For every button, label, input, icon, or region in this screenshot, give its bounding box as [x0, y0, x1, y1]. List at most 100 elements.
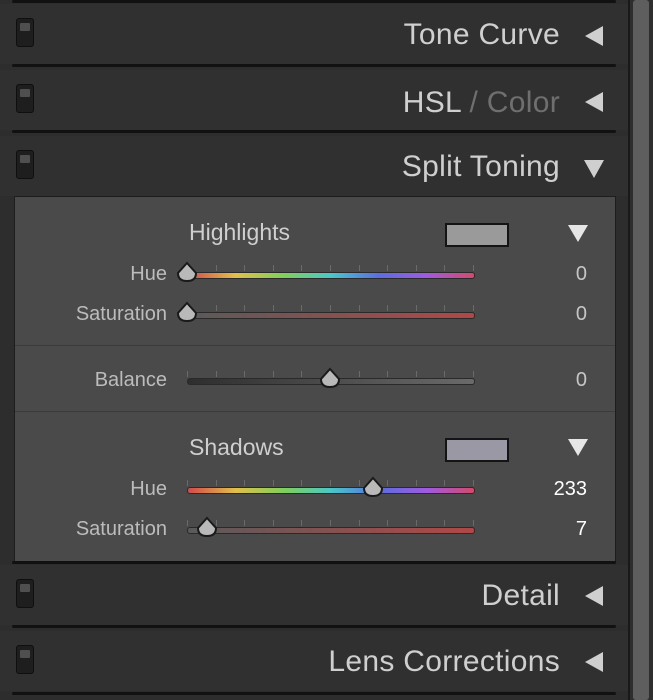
split-toning-content: Highlights Hue 0 Saturation 0 Balance 0 …	[14, 196, 616, 562]
section-title-hsl-color: HSL / Color	[403, 86, 560, 120]
panel-toggle-switch[interactable]	[16, 18, 34, 47]
highlights-saturation-label: Saturation	[75, 303, 167, 325]
panel-toggle-switch[interactable]	[16, 579, 34, 608]
highlights-title: Highlights	[189, 219, 290, 245]
shadows-color-swatch[interactable]	[445, 438, 509, 462]
slider-ticks	[187, 305, 474, 311]
slider-tick	[215, 480, 217, 486]
slider-tick	[187, 520, 188, 526]
shadows-hue-label: Hue	[130, 478, 167, 500]
balance-value[interactable]: 0	[576, 369, 587, 392]
slider-tick	[358, 305, 360, 311]
shadows-saturation-slider-thumb[interactable]	[196, 516, 218, 538]
slider-tick	[272, 265, 274, 271]
slider-tick	[330, 520, 331, 526]
highlights-saturation-slider-thumb[interactable]	[176, 301, 198, 323]
shadows-saturation-value[interactable]: 7	[576, 518, 587, 541]
slider-tick	[387, 480, 389, 486]
slider-tick	[444, 520, 446, 526]
slider-tick	[387, 265, 389, 271]
slider-tick	[215, 305, 217, 311]
panel-toggle-switch[interactable]	[16, 150, 34, 179]
slider-tick	[444, 480, 446, 486]
panel-scrollbar[interactable]	[628, 0, 653, 700]
slider-tick	[187, 480, 188, 486]
shadows-saturation-slider-track[interactable]	[187, 527, 475, 534]
slider-tick	[444, 371, 446, 377]
highlights-saturation-slider-track[interactable]	[187, 312, 475, 319]
panel-toggle-switch[interactable]	[16, 645, 34, 674]
hsl-tab-label[interactable]: HSL	[403, 86, 461, 119]
slider-tick	[415, 480, 417, 486]
slider-tick	[387, 520, 389, 526]
slider-tick	[301, 480, 303, 486]
expanded-arrow-icon[interactable]	[584, 160, 604, 178]
slider-tick	[444, 265, 446, 271]
section-header-hsl-color[interactable]: HSL / Color	[0, 70, 628, 130]
slider-thumb-shape	[319, 367, 341, 389]
slider-tick	[358, 480, 360, 486]
highlights-hue-label: Hue	[130, 263, 167, 285]
section-header-tone-curve[interactable]: Tone Curve	[0, 4, 628, 64]
section-divider	[15, 345, 615, 346]
section-title-split-toning: Split Toning	[401, 150, 560, 183]
shadows-hue-value[interactable]: 233	[554, 478, 587, 501]
develop-right-panel: Tone Curve HSL / Color Split Toning High…	[0, 0, 628, 700]
collapsed-arrow-icon[interactable]	[585, 26, 603, 46]
slider-tick	[330, 305, 331, 311]
balance-label: Balance	[94, 369, 167, 391]
slider-tick	[415, 305, 417, 311]
panel-separator	[12, 130, 616, 133]
highlights-color-picker-arrow-icon[interactable]	[568, 225, 588, 242]
panel-separator	[12, 561, 616, 564]
section-title-lens-corrections: Lens Corrections	[328, 645, 560, 678]
panel-separator	[12, 64, 616, 67]
scrollbar-thumb[interactable]	[633, 0, 649, 700]
slider-tick	[244, 480, 246, 486]
slider-tick	[215, 371, 217, 377]
panel-toggle-switch[interactable]	[16, 84, 34, 113]
highlights-hue-slider-track[interactable]	[187, 272, 475, 279]
slider-thumb-shape	[176, 301, 198, 323]
slider-tick	[301, 305, 303, 311]
shadows-title: Shadows	[189, 434, 284, 460]
shadows-hue-slider-thumb[interactable]	[362, 476, 384, 498]
slider-tick	[415, 520, 417, 526]
slider-tick	[272, 480, 274, 486]
slider-tick	[358, 265, 360, 271]
slider-tick	[244, 305, 246, 311]
color-tab-label[interactable]: Color	[487, 86, 560, 119]
panel-separator	[12, 0, 616, 3]
slider-tick	[244, 520, 246, 526]
slider-ticks	[187, 265, 474, 271]
shadows-color-picker-arrow-icon[interactable]	[568, 439, 588, 456]
section-header-detail[interactable]: Detail	[0, 565, 628, 625]
slider-ticks	[187, 480, 474, 486]
highlights-hue-value[interactable]: 0	[576, 263, 587, 286]
section-header-split-toning[interactable]: Split Toning	[0, 136, 628, 196]
slider-tick	[444, 305, 446, 311]
shadows-hue-slider-track[interactable]	[187, 487, 475, 494]
section-title-tone-curve: Tone Curve	[403, 18, 560, 51]
slider-tick	[387, 305, 389, 311]
slider-tick	[330, 480, 331, 486]
collapsed-arrow-icon[interactable]	[585, 92, 603, 112]
collapsed-arrow-icon[interactable]	[585, 586, 603, 606]
highlights-hue-slider-thumb[interactable]	[176, 261, 198, 283]
slider-tick	[330, 265, 331, 271]
slider-tick	[415, 265, 417, 271]
slider-thumb-shape	[176, 261, 198, 283]
slider-tick	[244, 265, 246, 271]
slider-tick	[272, 520, 274, 526]
highlights-color-swatch[interactable]	[445, 223, 509, 247]
slider-ticks	[187, 520, 474, 526]
slider-tick	[473, 305, 474, 311]
slider-tick	[301, 265, 303, 271]
balance-slider-thumb[interactable]	[319, 367, 341, 389]
collapsed-arrow-icon[interactable]	[585, 652, 603, 672]
highlights-saturation-value[interactable]: 0	[576, 303, 587, 326]
slider-tick	[473, 265, 474, 271]
hsl-color-separator: /	[460, 86, 487, 119]
slider-tick	[358, 371, 360, 377]
section-header-lens-corrections[interactable]: Lens Corrections	[0, 631, 628, 691]
